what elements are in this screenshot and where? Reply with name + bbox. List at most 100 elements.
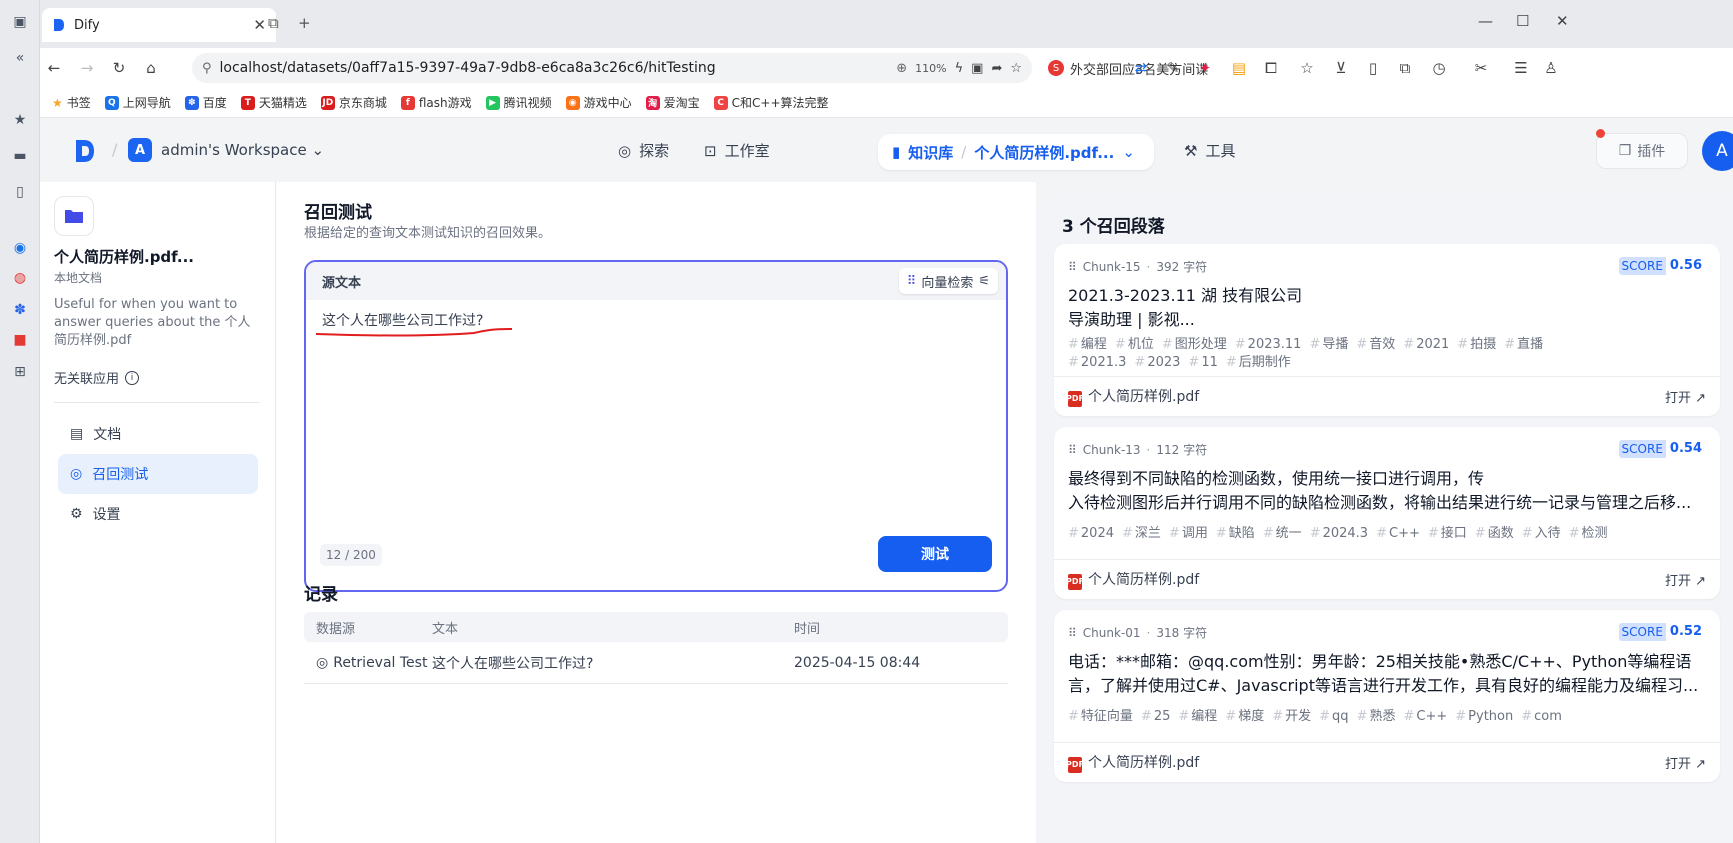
search-app-icon[interactable]: ◉ (10, 238, 30, 258)
url-text[interactable]: localhost/datasets/0aff7a15-9397-49a7-9d… (220, 60, 889, 76)
browser-side-rail: ▣ « ★ ▬ ▯ ◉ ◍ ✽ ■ ⊞ (0, 0, 40, 843)
reader-icon[interactable]: ▣ (971, 61, 983, 76)
translate-icon[interactable]: ⇄ (1130, 57, 1152, 79)
keyword-tag: com (1521, 709, 1562, 724)
extension-folder-icon[interactable]: ▤ (1228, 57, 1250, 79)
phone-icon[interactable]: ▯ (10, 182, 30, 202)
workspace-avatar[interactable]: A (128, 138, 152, 162)
workspace-switcher[interactable]: admin's Workspace ⌄ (161, 141, 324, 159)
extensions-puzzle-icon[interactable]: ⧠ (1260, 57, 1282, 79)
bookmarks-bar: ★ 书签 Q 上网导航 ✽ 百度 T 天猫精选 JD 京东商城 f flash游戏 ▶ 腾讯视… (40, 88, 1733, 118)
bookmark-item[interactable]: f flash游戏 (400, 94, 472, 111)
user-avatar[interactable]: A (1702, 131, 1733, 171)
bookmark-item[interactable]: ✽ 百度 (184, 94, 227, 111)
table-row[interactable]: ◎ Retrieval Test 这个人在哪些公司工作过? 2025-04-15 … (304, 642, 1008, 684)
bookmark-item[interactable]: ★ 书签 (52, 94, 91, 111)
minimize-icon[interactable]: — (1478, 12, 1493, 30)
bookmark-item[interactable]: T 天猫精选 (240, 94, 307, 111)
screenshot-icon[interactable]: ✂ (1470, 57, 1492, 79)
open-link[interactable]: 打开 ↗ (1665, 387, 1706, 406)
home-icon[interactable]: ⌂ (140, 57, 162, 79)
bookmark-item[interactable]: 淘爱淘宝 (645, 94, 700, 111)
bookmark-item[interactable]: ▶ 腾讯视频 (485, 94, 552, 111)
forward-icon[interactable]: → (76, 57, 98, 79)
retrieval-method-button[interactable]: ⠿ 向量检索 ⚟ (898, 268, 998, 294)
new-tab-icon[interactable]: + (298, 14, 311, 32)
nav-explore[interactable]: ◎ 探索 (618, 140, 669, 161)
plugin-button[interactable]: ❒ 插件 (1596, 133, 1688, 169)
keyword-tag: 导播 (1309, 337, 1348, 352)
sidebar-item-documents[interactable]: ▤ 文档 (58, 414, 258, 454)
source-file[interactable]: PDF 个人简历样例.pdf (1066, 752, 1199, 773)
source-file[interactable]: PDF 个人简历样例.pdf (1066, 386, 1199, 407)
pdf-icon: PDF (1066, 573, 1084, 590)
video-icon: ▶ (485, 95, 500, 110)
keyword-tag: 2023.11 (1235, 337, 1302, 352)
bookmark-item[interactable]: Q 上网导航 (104, 94, 171, 111)
reload-icon[interactable]: ↻ (108, 57, 130, 79)
pdf-icon: PDF (1066, 390, 1084, 407)
test-button[interactable]: 测试 (878, 536, 992, 572)
page-subtitle: 根据给定的查询文本测试知识的召回效果。 (304, 226, 552, 241)
folder-icon[interactable]: ▬ (10, 146, 30, 166)
keyword-tag: 入待 (1522, 526, 1561, 541)
share-icon[interactable]: ➦ (991, 61, 1002, 76)
keyword-tag: C++ (1403, 709, 1447, 724)
nav-studio[interactable]: ⊡ 工作室 (704, 140, 770, 161)
chunk-card[interactable]: ⠿ Chunk-13 · 112 字符 SCORE 0.54 最终得到不同缺陷的检测函数… (1054, 427, 1720, 599)
paw-icon[interactable]: ✽ (10, 300, 30, 320)
sidebar-toggle-icon[interactable]: ▣ (10, 12, 30, 32)
source-file[interactable]: PDF 个人简历样例.pdf (1066, 569, 1199, 590)
profile-icon[interactable]: ♙ (1540, 57, 1562, 79)
download-icon[interactable]: ⊻ (1330, 57, 1352, 79)
grip-icon: ⠿ (1068, 625, 1077, 640)
compass-icon: ◎ (618, 141, 632, 160)
open-link[interactable]: 打开 ↗ (1665, 753, 1706, 772)
favorites-icon[interactable]: ☆ (1296, 57, 1318, 79)
add-panel-icon[interactable]: ⊞ (10, 362, 30, 382)
nav-tools[interactable]: ⚒ 工具 (1184, 140, 1235, 161)
info-icon[interactable]: i (125, 370, 140, 385)
chunk-footer: PDF 个人简历样例.pdf 打开 ↗ (1054, 376, 1720, 416)
keyword-tag: 25 (1141, 709, 1170, 724)
bookmark-item[interactable]: JD 京东商城 (320, 94, 387, 111)
nav-knowledge[interactable]: ▮ 知识库 / 个人简历样例.pdf... ⌄ (878, 134, 1154, 170)
tmall-icon: T (240, 95, 255, 110)
close-tab-icon[interactable]: ✕ (253, 16, 266, 34)
zoom-icon[interactable]: ⊕ (896, 61, 907, 76)
zoom-level[interactable]: 110% (915, 62, 946, 75)
collapse-icon[interactable]: « (10, 48, 30, 68)
open-link[interactable]: 打开 ↗ (1665, 570, 1706, 589)
menu-icon[interactable]: ☰ (1510, 57, 1532, 79)
address-bar[interactable]: ⚲ localhost/datasets/0aff7a15-9397-49a7-… (192, 53, 1032, 83)
keyword-tag: 函数 (1475, 526, 1514, 541)
extension-pen-icon[interactable]: ✎ (1162, 57, 1184, 79)
lightning-icon[interactable]: ϟ (955, 61, 964, 76)
close-window-icon[interactable]: ✕ (1556, 12, 1569, 30)
copy-icon[interactable]: ⧉ (1394, 57, 1416, 79)
dify-logo-icon[interactable] (74, 138, 96, 164)
keyword-tag: 音效 (1356, 337, 1395, 352)
mobile-icon[interactable]: ▯ (1362, 57, 1384, 79)
tab-groups-icon[interactable]: ⧉ (268, 14, 279, 32)
chunk-card[interactable]: ⠿ Chunk-01 · 318 字符 SCORE 0.52 电话：***邮箱：@qq.… (1054, 610, 1720, 782)
shop-icon[interactable]: ■ (10, 330, 30, 350)
favorites-star-icon[interactable]: ★ (10, 110, 30, 130)
history-icon[interactable]: ◷ (1428, 57, 1450, 79)
app-icon[interactable]: ◍ (10, 268, 30, 288)
query-input-box[interactable]: 源文本 ⠿ 向量检索 ⚟ 这个人在哪些公司工作过? 12 / 200 测试 (304, 260, 1008, 592)
back-icon[interactable]: ← (43, 57, 65, 79)
keyword-tag: 拍摄 (1457, 337, 1496, 352)
chevron-down-icon[interactable]: ⌄ (1122, 143, 1135, 161)
bookmark-item[interactable]: C C和C++算法完整 (713, 94, 829, 111)
bookmark-star-icon[interactable]: ☆ (1010, 61, 1022, 76)
dataset-switcher[interactable]: 个人简历样例.pdf... (974, 142, 1114, 163)
bookmark-item[interactable]: ◉ 游戏中心 (565, 94, 632, 111)
browser-tab[interactable]: Dify ✕ (42, 8, 276, 42)
sidebar-item-settings[interactable]: ⚙ 设置 (58, 494, 258, 534)
maximize-icon[interactable]: ☐ (1516, 12, 1529, 30)
extension-color-icon[interactable]: ✦ (1194, 57, 1216, 79)
keyword-tag: 梯度 (1225, 709, 1264, 724)
sidebar-item-retrieval-test[interactable]: ◎ 召回测试 (58, 454, 258, 494)
chunk-card[interactable]: ⠿ Chunk-15 · 392 字符 SCORE 0.56 2021.3-2023.1… (1054, 244, 1720, 416)
